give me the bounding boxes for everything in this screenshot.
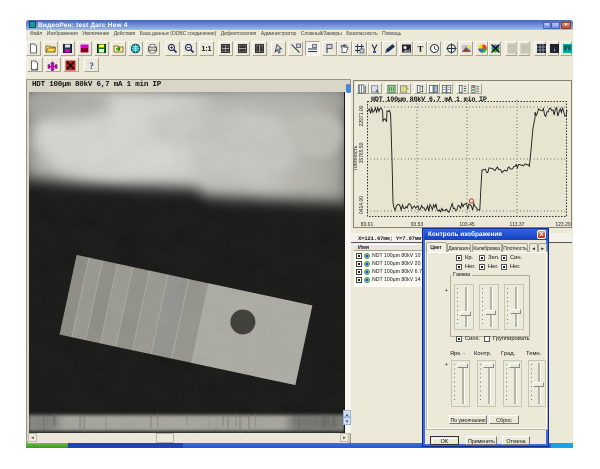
svg-text:T: T — [418, 44, 424, 54]
svg-text:15765.50: 15765.50 — [359, 142, 365, 163]
svg-text:Плотность: Плотность — [354, 145, 359, 170]
svg-text:HDT 100µm 80kV 6,7 mA 1 min IP: HDT 100µm 80kV 6,7 mA 1 min IP — [371, 96, 487, 104]
svg-text:?: ? — [89, 61, 94, 71]
svg-text:113.37: 113.37 — [510, 222, 525, 227]
svg-text:93.53: 93.53 — [411, 222, 424, 227]
svg-text:22971.00: 22971.00 — [359, 105, 365, 126]
svg-text:83.61: 83.61 — [361, 222, 374, 227]
svg-text:↓: ↓ — [553, 46, 556, 53]
svg-text:103.45: 103.45 — [459, 222, 475, 227]
svg-text:123.29: 123.29 — [555, 222, 571, 227]
svg-text:↓: ↓ — [566, 46, 568, 51]
svg-text:0414.00: 0414.00 — [359, 196, 365, 214]
svg-text:1:1: 1:1 — [201, 46, 211, 53]
